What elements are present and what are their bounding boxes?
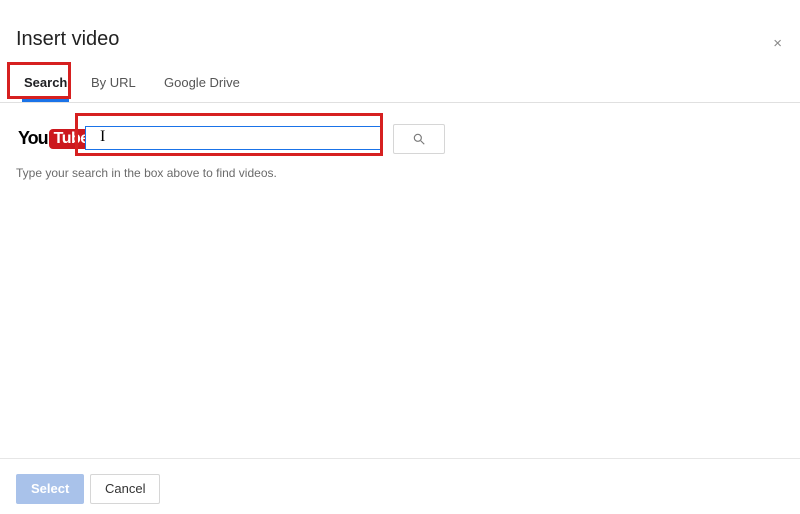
search-button[interactable] <box>393 124 445 154</box>
youtube-logo: You Tube <box>18 128 94 149</box>
dialog-title: Insert video <box>16 28 119 51</box>
tab-search[interactable]: Search <box>24 68 67 98</box>
select-button[interactable]: Select <box>16 474 84 504</box>
footer-separator <box>0 458 800 459</box>
tab-google-drive[interactable]: Google Drive <box>164 68 240 98</box>
cancel-button[interactable]: Cancel <box>90 474 160 504</box>
search-icon <box>412 132 426 146</box>
tab-bar: Search By URL Google Drive <box>0 68 800 103</box>
search-input[interactable] <box>85 126 381 150</box>
logo-you: You <box>18 128 48 149</box>
tab-by-url[interactable]: By URL <box>91 68 136 98</box>
close-icon[interactable]: × <box>769 32 786 55</box>
search-instruction-text: Type your search in the box above to fin… <box>16 166 277 180</box>
